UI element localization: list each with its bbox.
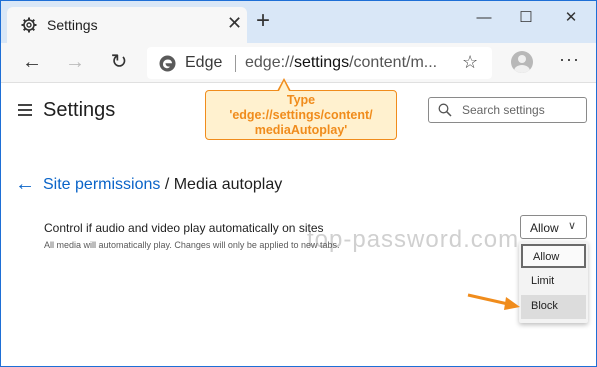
tab-close-icon[interactable]: ✕ (227, 14, 242, 32)
search-settings-input[interactable]: Search settings (428, 97, 587, 123)
back-button[interactable]: ← (20, 51, 44, 75)
breadcrumb: Site permissions / Media autoplay (43, 176, 282, 194)
option-limit[interactable]: Limit (521, 270, 586, 294)
address-separator (235, 55, 236, 72)
callout-line-1: Type (286, 93, 316, 107)
autoplay-setting-description: All media will automatically play. Chang… (44, 240, 340, 250)
select-value: Allow (530, 221, 559, 235)
autoplay-select[interactable]: Allow ∨ (520, 215, 587, 239)
navigation-bar: ← → ↻ Edge edge://settings/content/m... … (1, 43, 596, 83)
callout-pointer-fill (279, 81, 289, 91)
callout-line-3: mediaAutoplay' (254, 123, 348, 137)
chevron-down-icon: ∨ (568, 220, 577, 232)
forward-button[interactable]: → (63, 51, 87, 75)
callout-line-2: 'edge://settings/content/ (229, 108, 373, 122)
autoplay-options-menu: Allow Limit Block (519, 241, 588, 323)
favorite-star-icon[interactable]: ☆ (462, 52, 478, 73)
address-bar[interactable]: Edge edge://settings/content/m... ☆ (147, 47, 492, 79)
hamburger-menu-icon[interactable] (18, 104, 32, 116)
browser-window: Settings ✕ + — ☐ ✕ ← → ↻ Edge edge://set… (0, 0, 597, 367)
gear-icon (21, 17, 37, 33)
breadcrumb-separator: / (160, 176, 174, 193)
close-window-button[interactable]: ✕ (556, 7, 586, 31)
more-menu-icon[interactable]: ··· (559, 49, 580, 70)
browser-brand-label: Edge (185, 54, 223, 71)
profile-avatar[interactable] (511, 51, 533, 73)
back-to-site-permissions-icon[interactable]: ← (15, 173, 35, 196)
minimize-button[interactable]: — (469, 7, 499, 31)
url-text[interactable]: edge://settings/content/m... (245, 54, 450, 72)
tab-title: Settings (47, 17, 98, 33)
refresh-button[interactable]: ↻ (107, 51, 131, 75)
breadcrumb-site-permissions-link[interactable]: Site permissions (43, 176, 160, 193)
tab-settings[interactable]: Settings ✕ (7, 7, 247, 43)
option-block[interactable]: Block (521, 295, 586, 319)
title-bar: Settings ✕ + — ☐ ✕ (1, 1, 596, 43)
option-allow[interactable]: Allow (521, 244, 586, 268)
breadcrumb-current: Media autoplay (173, 176, 283, 193)
edge-logo-icon (159, 55, 176, 72)
instruction-callout: Type 'edge://settings/content/ mediaAuto… (205, 90, 397, 140)
new-tab-button[interactable]: + (256, 9, 270, 33)
autoplay-setting-label: Control if audio and video play automati… (44, 221, 324, 235)
maximize-button[interactable]: ☐ (511, 7, 541, 31)
pointer-arrow-icon (467, 293, 520, 310)
search-placeholder: Search settings (462, 103, 545, 117)
page-title: Settings (43, 99, 116, 121)
search-icon (438, 103, 452, 117)
